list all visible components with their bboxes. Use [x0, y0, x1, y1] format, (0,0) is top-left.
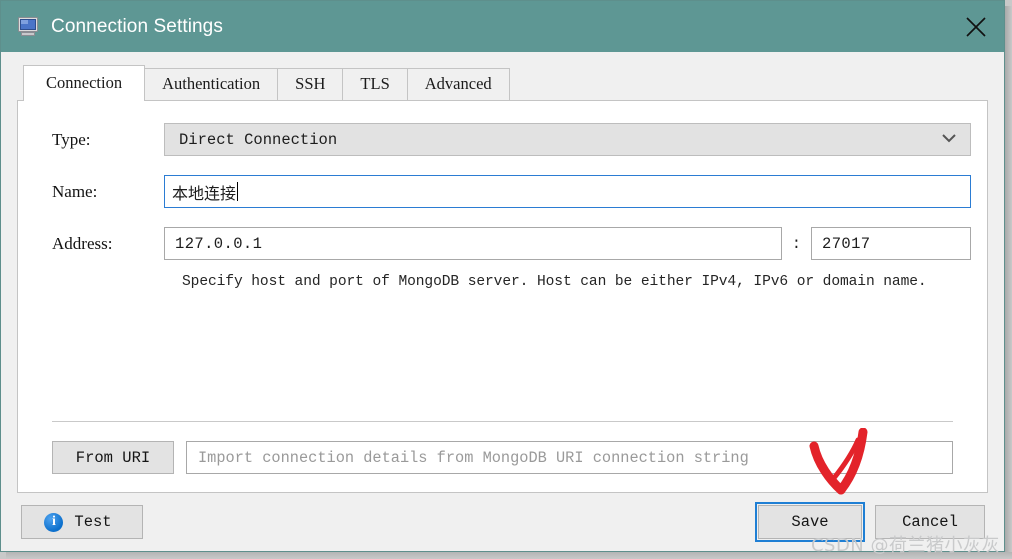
- address-row: Address: 127.0.0.1 : 27017: [34, 227, 971, 260]
- tab-bar: Connection Authentication SSH TLS Advanc…: [1, 65, 1004, 101]
- test-button-label: Test: [74, 513, 112, 531]
- dialog-body: Connection Authentication SSH TLS Advanc…: [1, 52, 1004, 551]
- info-icon-glyph: i: [51, 514, 56, 529]
- tab-authentication[interactable]: Authentication: [144, 68, 279, 100]
- tab-ssh[interactable]: SSH: [277, 68, 344, 100]
- type-row: Type: Direct Connection: [34, 123, 971, 156]
- close-icon[interactable]: [948, 1, 1004, 52]
- connection-settings-dialog: Connection Settings Connection Authentic…: [0, 0, 1005, 552]
- uri-input[interactable]: Import connection details from MongoDB U…: [186, 441, 953, 474]
- type-label: Type:: [52, 129, 91, 149]
- address-separator: :: [791, 234, 801, 253]
- tab-tls[interactable]: TLS: [342, 68, 408, 100]
- csdn-watermark: CSDN @荷兰猪小灰灰: [810, 535, 1000, 556]
- monitor-icon: [17, 16, 39, 37]
- name-row: Name: 本地连接: [34, 175, 971, 208]
- name-input-value: 本地连接: [172, 183, 237, 203]
- tab-connection[interactable]: Connection: [23, 65, 146, 101]
- text-caret: [237, 182, 239, 201]
- tab-advanced[interactable]: Advanced: [406, 68, 510, 100]
- window-shadow-right: [1005, 6, 1012, 559]
- address-help-text: Specify host and port of MongoDB server.…: [182, 274, 927, 290]
- chevron-down-icon: [942, 133, 956, 146]
- host-input[interactable]: 127.0.0.1: [164, 227, 782, 260]
- name-label: Name:: [52, 181, 98, 201]
- test-button[interactable]: i Test: [21, 505, 143, 539]
- address-label: Address:: [52, 233, 113, 253]
- from-uri-row: From URI Import connection details from …: [34, 422, 971, 474]
- info-icon: i: [44, 512, 64, 532]
- from-uri-button[interactable]: From URI: [52, 441, 174, 474]
- title-bar: Connection Settings: [1, 1, 1004, 52]
- type-select[interactable]: Direct Connection: [164, 123, 971, 156]
- window-title: Connection Settings: [51, 15, 223, 37]
- name-input[interactable]: 本地连接: [164, 175, 971, 208]
- type-select-value: Direct Connection: [179, 130, 338, 149]
- connection-tab-panel: Type: Direct Connection Name: 本地连接 Addre…: [17, 100, 988, 493]
- port-input[interactable]: 27017: [811, 227, 971, 260]
